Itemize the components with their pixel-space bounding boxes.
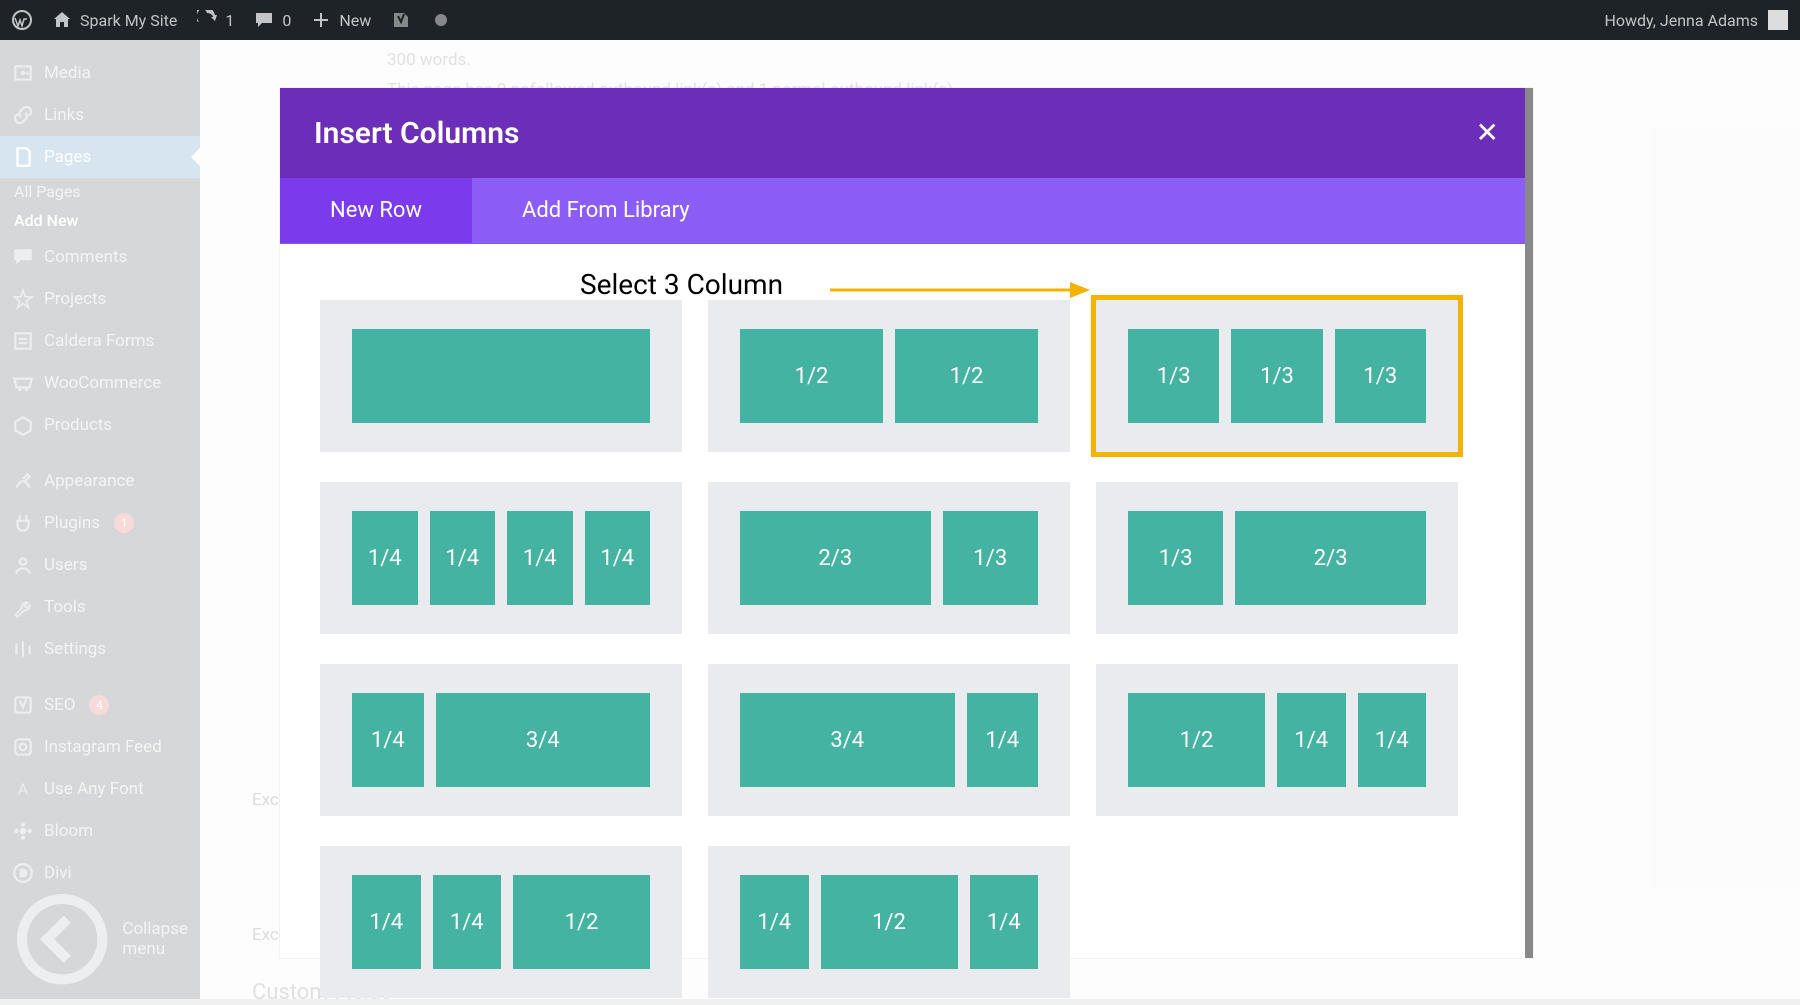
new-content-link[interactable]: New (311, 10, 371, 30)
column-layout-option-5[interactable]: 1/32/3 (1096, 482, 1458, 634)
column-preview: 1/3 (943, 511, 1038, 605)
column-preview: 1/2 (513, 875, 650, 969)
column-preview: 1/2 (1128, 693, 1265, 787)
column-preview: 1/4 (585, 511, 651, 605)
scrollbar[interactable] (1525, 88, 1533, 958)
column-layouts-grid: 1/21/21/31/31/31/41/41/41/42/31/31/32/31… (320, 300, 1500, 998)
column-layout-option-4[interactable]: 2/31/3 (708, 482, 1070, 634)
column-layout-option-0[interactable] (320, 300, 682, 452)
annotation-arrow (830, 278, 1090, 302)
status-dot[interactable] (431, 10, 451, 30)
close-icon[interactable]: ✕ (1476, 119, 1499, 147)
circle-icon (431, 10, 451, 30)
column-preview: 1/3 (1231, 329, 1322, 423)
column-preview: 1/4 (1277, 693, 1346, 787)
column-preview: 1/2 (740, 329, 883, 423)
column-preview: 1/2 (821, 875, 958, 969)
column-layout-option-10[interactable]: 1/41/21/4 (708, 846, 1070, 998)
wp-logo[interactable] (12, 10, 32, 30)
tab-new-row[interactable]: New Row (280, 178, 472, 243)
howdy-user[interactable]: Howdy, Jenna Adams (1604, 11, 1758, 30)
site-name: Spark My Site (80, 11, 177, 30)
tab-add-from-library[interactable]: Add From Library (472, 178, 740, 243)
column-layout-option-7[interactable]: 3/41/4 (708, 664, 1070, 816)
yoast-icon (391, 10, 411, 30)
column-preview: 1/4 (433, 875, 502, 969)
column-layout-option-1[interactable]: 1/21/2 (708, 300, 1070, 452)
column-preview: 1/4 (740, 875, 809, 969)
column-preview: 1/4 (352, 511, 418, 605)
column-preview: 1/3 (1128, 329, 1219, 423)
wp-admin-bar: Spark My Site 1 0 New Howdy, Jenna Adams (0, 0, 1800, 40)
updates-count: 1 (225, 11, 234, 30)
column-preview (352, 329, 650, 423)
avatar[interactable] (1768, 10, 1788, 30)
site-name-link[interactable]: Spark My Site (52, 10, 177, 30)
modal-title: Insert Columns (314, 116, 519, 151)
column-layout-option-3[interactable]: 1/41/41/41/4 (320, 482, 682, 634)
yoast-indicator[interactable] (391, 10, 411, 30)
column-preview: 3/4 (740, 693, 955, 787)
new-label: New (339, 11, 371, 30)
column-preview: 2/3 (740, 511, 931, 605)
refresh-icon (197, 10, 217, 30)
column-preview: 1/4 (970, 875, 1039, 969)
column-preview: 1/4 (507, 511, 573, 605)
column-preview: 1/4 (352, 875, 421, 969)
column-preview: 1/4 (967, 693, 1039, 787)
column-layout-option-2[interactable]: 1/31/31/3 (1096, 300, 1458, 452)
home-icon (52, 10, 72, 30)
comment-icon (254, 10, 274, 30)
modal-tabs: New Row Add From Library (280, 178, 1533, 244)
updates-link[interactable]: 1 (197, 10, 234, 30)
column-preview: 1/3 (1335, 329, 1426, 423)
column-preview: 1/3 (1128, 511, 1223, 605)
column-layout-option-8[interactable]: 1/21/41/4 (1096, 664, 1458, 816)
comments-count: 0 (282, 11, 291, 30)
annotation-label: Select 3 Column (580, 268, 783, 301)
column-preview: 2/3 (1235, 511, 1426, 605)
column-preview: 1/2 (895, 329, 1038, 423)
column-preview: 1/4 (1358, 693, 1427, 787)
comments-link[interactable]: 0 (254, 10, 291, 30)
plus-icon (311, 10, 331, 30)
column-layout-option-9[interactable]: 1/41/41/2 (320, 846, 682, 998)
column-preview: 3/4 (436, 693, 651, 787)
modal-header: Insert Columns ✕ (280, 88, 1533, 178)
column-preview: 1/4 (430, 511, 496, 605)
column-preview: 1/4 (352, 693, 424, 787)
column-layout-option-6[interactable]: 1/43/4 (320, 664, 682, 816)
